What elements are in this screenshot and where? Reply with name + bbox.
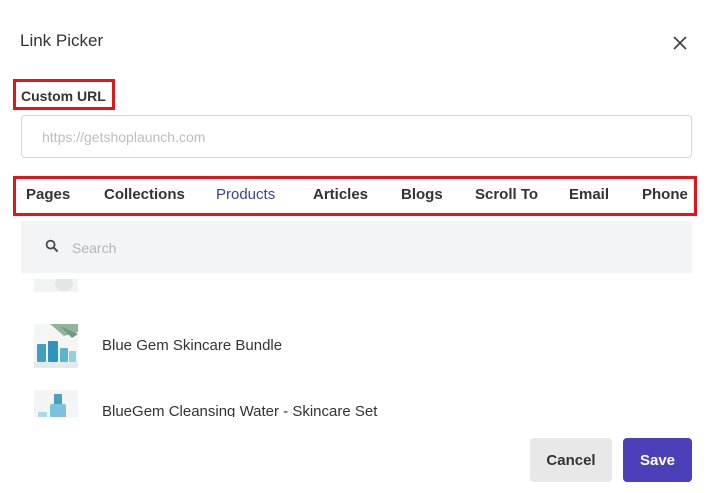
- product-name: Blue Gem Skincare Bundle: [102, 337, 283, 354]
- product-list: Blue Gem Skincare Bundle BlueGem Cleansi…: [21, 279, 692, 417]
- custom-url-label: Custom URL: [21, 88, 106, 104]
- search-icon: [45, 239, 59, 253]
- tab-phone[interactable]: Phone: [642, 186, 688, 203]
- cancel-button[interactable]: Cancel: [530, 438, 612, 482]
- custom-url-input[interactable]: [21, 115, 692, 158]
- product-thumbnail: [34, 390, 78, 417]
- save-button[interactable]: Save: [623, 438, 692, 482]
- list-item[interactable]: BlueGem Cleansing Water - Skincare Set: [21, 390, 692, 417]
- dialog-title: Link Picker: [20, 31, 104, 50]
- product-name: BlueGem Cleansing Water - Skincare Set: [102, 403, 378, 417]
- close-icon[interactable]: [670, 33, 690, 53]
- tab-blogs[interactable]: Blogs: [401, 186, 443, 203]
- product-thumbnail: [34, 324, 78, 368]
- list-item[interactable]: [21, 279, 692, 292]
- product-search-bar: [21, 221, 692, 273]
- tab-collections[interactable]: Collections: [104, 186, 185, 203]
- tab-products[interactable]: Products: [216, 186, 275, 203]
- tab-scroll-to[interactable]: Scroll To: [475, 186, 538, 203]
- product-thumbnail: [34, 279, 78, 292]
- tab-articles[interactable]: Articles: [313, 186, 368, 203]
- list-item[interactable]: Blue Gem Skincare Bundle: [21, 324, 692, 368]
- tab-email[interactable]: Email: [569, 186, 609, 203]
- tab-pages[interactable]: Pages: [26, 186, 70, 203]
- search-input[interactable]: [70, 235, 654, 261]
